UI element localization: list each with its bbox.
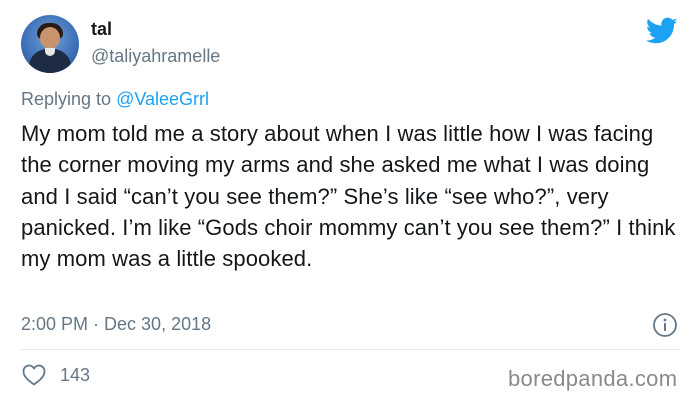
tweet-text: My mom told me a story about when I was … [21, 121, 676, 272]
display-name[interactable]: tal [91, 19, 112, 40]
info-icon[interactable] [652, 312, 678, 338]
user-handle[interactable]: @taliyahramelle [91, 46, 220, 67]
replying-to: Replying to @ValeeGrrl [21, 89, 209, 110]
heart-icon[interactable] [22, 364, 46, 386]
replying-to-label: Replying to [21, 89, 117, 109]
mention-link[interactable]: @ValeeGrrl [116, 89, 209, 109]
avatar-face [40, 27, 60, 49]
divider [21, 349, 679, 350]
tweet-timestamp[interactable]: 2:00 PM · Dec 30, 2018 [21, 314, 211, 335]
like-count: 143 [60, 365, 91, 385]
watermark: boredpanda.com [508, 366, 678, 391]
avatar[interactable] [21, 15, 79, 73]
twitter-bird-icon[interactable] [646, 17, 678, 45]
